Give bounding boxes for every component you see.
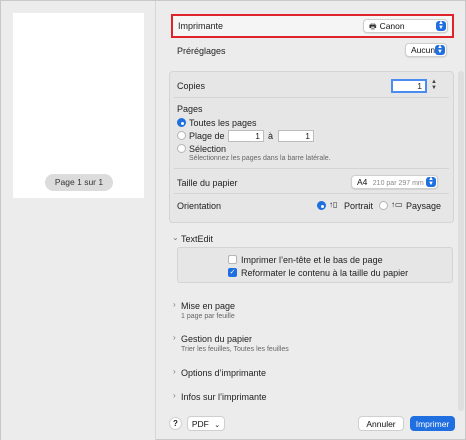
printer-row: Imprimante 🖶 Canon ▲ ▼ [171,14,454,38]
settings-pane: Imprimante 🖶 Canon ▲ ▼ Préréglages Aucun ▲… [157,1,466,440]
presets-select[interactable]: Aucun ▲ ▼ [405,43,447,57]
range-to-label: à [268,131,274,141]
portrait-label: Portrait [344,201,374,211]
all-pages-label: Toutes les pages [189,118,257,128]
cancel-button[interactable]: Annuler [358,416,404,431]
landscape-label: Paysage [406,201,442,211]
printer-select[interactable]: 🖶 Canon ▲ ▼ [363,19,448,33]
section-title[interactable]: Gestion du papier [181,334,252,344]
print-dialog: Page 1 sur 1 Imprimante 🖶 Canon ▲ ▼ Prérég… [0,0,466,440]
chevron-right-icon[interactable]: › [173,333,176,342]
selection-radio[interactable] [177,144,186,153]
selection-hint: Sélectionnez les pages dans la barre lat… [189,155,331,162]
header-footer-label: Imprimer l’en-tête et le bas de page [241,255,383,265]
copies-field[interactable]: 1 [391,79,427,93]
copies-stepper[interactable]: ▲ ▼ [431,79,437,91]
print-button[interactable]: Imprimer [410,416,455,431]
range-radio[interactable] [177,131,186,140]
printer-label: Imprimante [178,21,224,31]
chevron-right-icon[interactable]: › [173,367,176,376]
scrollbar[interactable] [458,71,464,411]
section-subtitle: 1 page par feuille [181,313,235,320]
pages-label: Pages [177,104,203,114]
paper-size-label: Taille du papier [177,178,238,188]
section-title[interactable]: Infos sur l’imprimante [181,392,267,402]
selection-label: Sélection [189,144,227,154]
printer-icon: 🖶 [369,22,377,31]
presets-value: Aucun [411,45,436,55]
chevron-down-icon[interactable]: ⌄ [172,233,179,242]
chevron-down-icon: ⌄ [214,422,221,429]
section-subtitle: Trier les feuilles, Toutes les feuilles [181,346,289,353]
paper-size-select[interactable]: A4 210 par 297 mm ▲ ▼ [351,175,438,189]
textedit-title[interactable]: TextEdit [181,234,213,244]
chevron-updown-icon: ▲ ▼ [426,176,436,187]
rewrap-checkbox[interactable]: ✓ [228,268,237,277]
page-indicator: Page 1 sur 1 [45,174,113,191]
all-pages-radio[interactable] [177,118,186,127]
chevron-updown-icon: ▲ ▼ [435,44,445,55]
pdf-label: PDF [191,419,209,429]
printer-value: Canon [379,21,405,31]
header-footer-checkbox[interactable] [228,255,237,264]
divider [174,193,449,194]
section-title[interactable]: Mise en page [181,301,235,311]
portrait-radio[interactable] [317,201,326,210]
chevron-right-icon[interactable]: › [173,300,176,309]
page-preview [13,13,144,198]
range-to-field[interactable]: 1 [278,130,314,142]
landscape-radio[interactable] [379,201,388,210]
landscape-icon: ↑▭ [391,200,403,209]
chevron-right-icon[interactable]: › [173,391,176,400]
chevron-updown-icon: ▲ ▼ [436,20,446,31]
paper-size-value: A4 [357,177,368,187]
presets-label: Préréglages [177,46,226,56]
help-button[interactable]: ? [169,417,182,430]
orientation-label: Orientation [177,201,222,211]
rewrap-label: Reformater le contenu à la taille du pap… [241,268,409,278]
range-label: Plage de [189,131,225,141]
pdf-menu-button[interactable]: PDF ⌄ [187,416,225,431]
portrait-icon: ↑▯ [329,200,338,209]
divider [174,168,449,169]
divider [174,97,449,98]
section-title[interactable]: Options d’imprimante [181,368,266,378]
paper-size-detail: 210 par 297 mm [372,180,424,187]
copies-label: Copies [177,81,206,91]
preview-pane: Page 1 sur 1 [1,1,156,440]
range-from-field[interactable]: 1 [228,130,264,142]
